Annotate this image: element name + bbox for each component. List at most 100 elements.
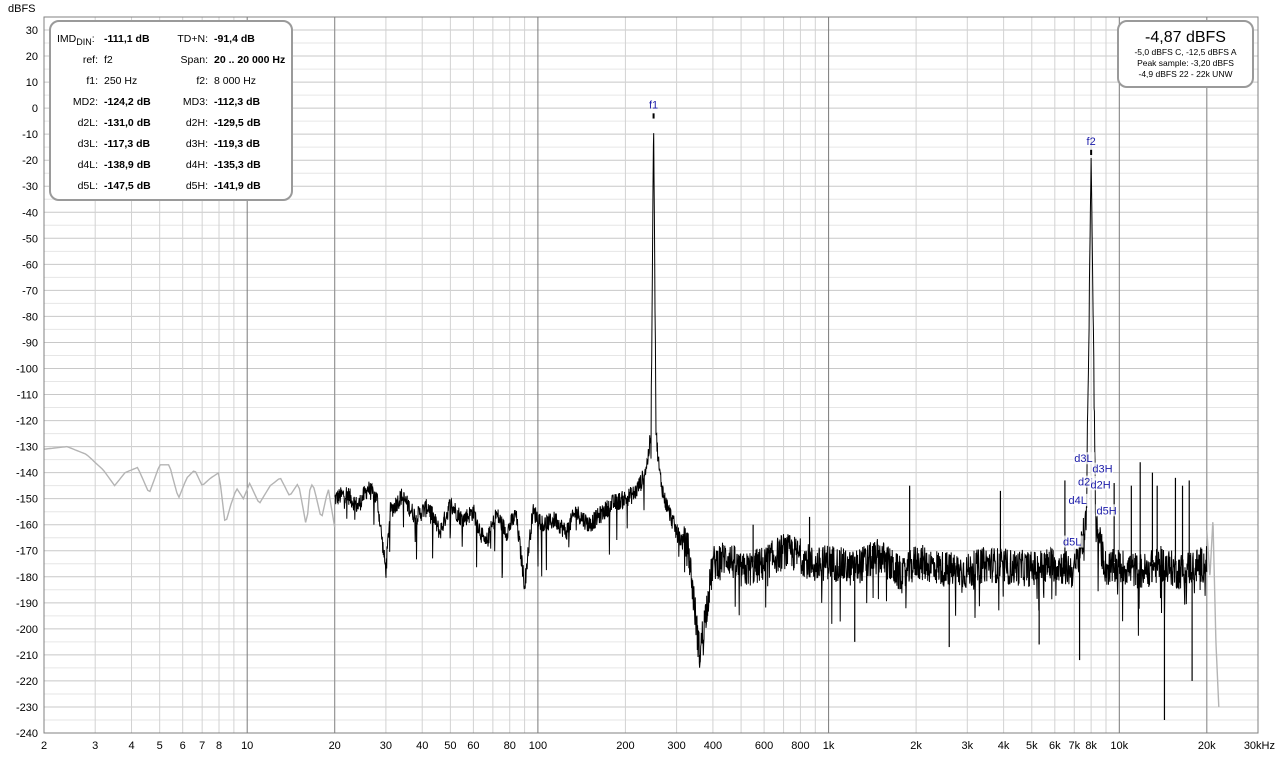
level-weighted-values: -5,0 dBFS C, -12,5 dBFS A xyxy=(1134,47,1237,57)
x-tick-label: 5 xyxy=(157,740,163,752)
y-tick-label: -240 xyxy=(16,728,38,740)
imd-panel-row: d2L: -131,0 dB d2H: -129,5 dB xyxy=(51,116,291,130)
x-tick-label: 40 xyxy=(416,740,428,752)
y-tick-label: -190 xyxy=(16,598,38,610)
x-tick-label: 8 xyxy=(216,740,222,752)
harmonic-marker-label: d3H xyxy=(1092,464,1112,476)
y-tick-label: -40 xyxy=(22,207,38,219)
imd-din-colon: : xyxy=(91,33,95,45)
imd-panel-row: d5L: -147,5 dB d5H: -141,9 dB xyxy=(51,179,291,193)
x-tick-label: 80 xyxy=(504,740,516,752)
x-tick-label: 3 xyxy=(92,740,98,752)
imd-left-value: -117,3 dB xyxy=(104,138,151,150)
harmonic-marker-label: d5L xyxy=(1063,537,1081,549)
y-tick-label: -230 xyxy=(16,702,38,714)
x-tick-label: 1k xyxy=(823,740,835,752)
x-tick-label: 7 xyxy=(199,740,205,752)
imd-din-label: IMD xyxy=(57,33,77,45)
x-tick-label: 6 xyxy=(180,740,186,752)
imd-left-label: MD2: xyxy=(72,96,98,108)
y-tick-label: -50 xyxy=(22,233,38,245)
y-tick-label: -120 xyxy=(16,416,38,428)
y-tick-label: -70 xyxy=(22,285,38,297)
y-tick-label: 20 xyxy=(26,51,38,63)
imd-right-label: Span: xyxy=(180,54,208,66)
x-tick-label: 300 xyxy=(667,740,685,752)
x-tick-label: 10 xyxy=(241,740,253,752)
series-line xyxy=(43,445,336,528)
imd-left-value: 250 Hz xyxy=(104,75,138,87)
imd-panel-row: f1: 250 Hz f2: 8 000 Hz xyxy=(51,74,291,88)
imd-panel-row: d3L: -117,3 dB d3H: -119,3 dB xyxy=(51,137,291,151)
imd-left-value: -147,5 dB xyxy=(104,180,151,192)
y-tick-label: -210 xyxy=(16,650,38,662)
imd-left-label: d5L: xyxy=(77,180,98,192)
x-tick-label: 6k xyxy=(1049,740,1061,752)
x-tick-labels: 2 3 4 5 6 7 8 10 20 30 40 50 60 80 100 200 300 400 600 800 1… xyxy=(41,740,1275,752)
y-tick-label: 30 xyxy=(26,25,38,37)
imd-right-value: -135,3 dB xyxy=(214,159,261,171)
harmonic-marker-label: d4L xyxy=(1069,495,1087,507)
x-tick-label: 7k xyxy=(1068,740,1080,752)
x-tick-label: 20 xyxy=(329,740,341,752)
y-tick-label: -10 xyxy=(22,129,38,141)
imd-right-value: -112,3 dB xyxy=(214,96,261,108)
imd-right-value: -91,4 dB xyxy=(214,33,255,45)
y-tick-label: -160 xyxy=(16,520,38,532)
imd-right-label: d2H: xyxy=(185,117,208,129)
imd-panel-row: ref: f2 Span: 20 .. 20 000 Hz xyxy=(51,53,291,67)
x-tick-label: 8k xyxy=(1085,740,1097,752)
y-tick-label: -90 xyxy=(22,337,38,349)
y-tick-label: -20 xyxy=(22,155,38,167)
imd-right-value: -129,5 dB xyxy=(214,117,261,129)
imd-right-value: -141,9 dB xyxy=(214,180,261,192)
peak-marker-label: f2 xyxy=(1087,136,1096,148)
y-tick-label: 0 xyxy=(32,103,38,115)
imd-left-value: -111,1 dB xyxy=(104,33,150,45)
y-tick-label: -30 xyxy=(22,181,38,193)
imd-left-label: d3L: xyxy=(77,138,98,150)
imd-right-label: TD+N: xyxy=(177,33,208,45)
imd-right-label: d4H: xyxy=(185,159,208,171)
imd-left-label: ref: xyxy=(82,54,98,66)
x-tick-label: 20k xyxy=(1198,740,1216,752)
y-tick-labels: 30 20 10 0 -10 -20 -30 -40 -50 -60 -70 -80 -90 -100 -1… xyxy=(16,25,38,740)
y-tick-label: -80 xyxy=(22,311,38,323)
imd-right-label: MD3: xyxy=(182,96,208,108)
x-tick-label: 4 xyxy=(128,740,134,752)
imd-panel-row: IMDDIN: -111,1 dB TD+N: -91,4 dB xyxy=(51,32,291,49)
peak-markers: f1f2d3Ld3Hd2Ld2Hd4Ld5Hd5L xyxy=(649,100,1118,549)
imd-left-label: IMDDIN: xyxy=(57,32,105,49)
y-tick-label: -220 xyxy=(16,676,38,688)
series-line xyxy=(1206,522,1220,708)
imd-right-value: -119,3 dB xyxy=(214,138,261,150)
x-tick-label: 30 xyxy=(380,740,392,752)
x-tick-label: 30kHz xyxy=(1244,740,1275,752)
y-axis-unit-label: dBFS xyxy=(8,3,36,15)
imd-right-value: 20 .. 20 000 Hz xyxy=(214,54,286,66)
x-tick-label: 2k xyxy=(910,740,922,752)
x-tick-label: 800 xyxy=(791,740,809,752)
x-tick-label: 600 xyxy=(755,740,773,752)
y-tick-label: -170 xyxy=(16,546,38,558)
peak-sample-value: Peak sample: -3,20 dBFS xyxy=(1137,58,1234,68)
y-tick-label: -110 xyxy=(17,390,38,402)
y-tick-label: -200 xyxy=(16,624,38,636)
peak-marker-label: f1 xyxy=(649,100,658,112)
y-tick-label: -150 xyxy=(16,494,38,506)
imd-panel-row: d4L: -138,9 dB d4H: -135,3 dB xyxy=(51,158,291,172)
imd-left-label: d2L: xyxy=(77,117,98,129)
x-tick-label: 3k xyxy=(961,740,973,752)
harmonic-marker-label: d5H xyxy=(1097,505,1117,517)
imd-right-value: 8 000 Hz xyxy=(214,75,257,87)
x-tick-label: 400 xyxy=(704,740,722,752)
x-tick-label: 50 xyxy=(444,740,456,752)
y-tick-label: 10 xyxy=(26,77,38,89)
imd-left-value: -138,9 dB xyxy=(104,159,151,171)
imd-left-label: f1: xyxy=(86,75,98,87)
imd-left-value: f2 xyxy=(104,54,113,66)
y-tick-label: -130 xyxy=(16,442,38,454)
imd-right-label: d3H: xyxy=(185,138,208,150)
x-tick-label: 4k xyxy=(998,740,1010,752)
harmonic-marker-label: d2H xyxy=(1090,479,1110,491)
